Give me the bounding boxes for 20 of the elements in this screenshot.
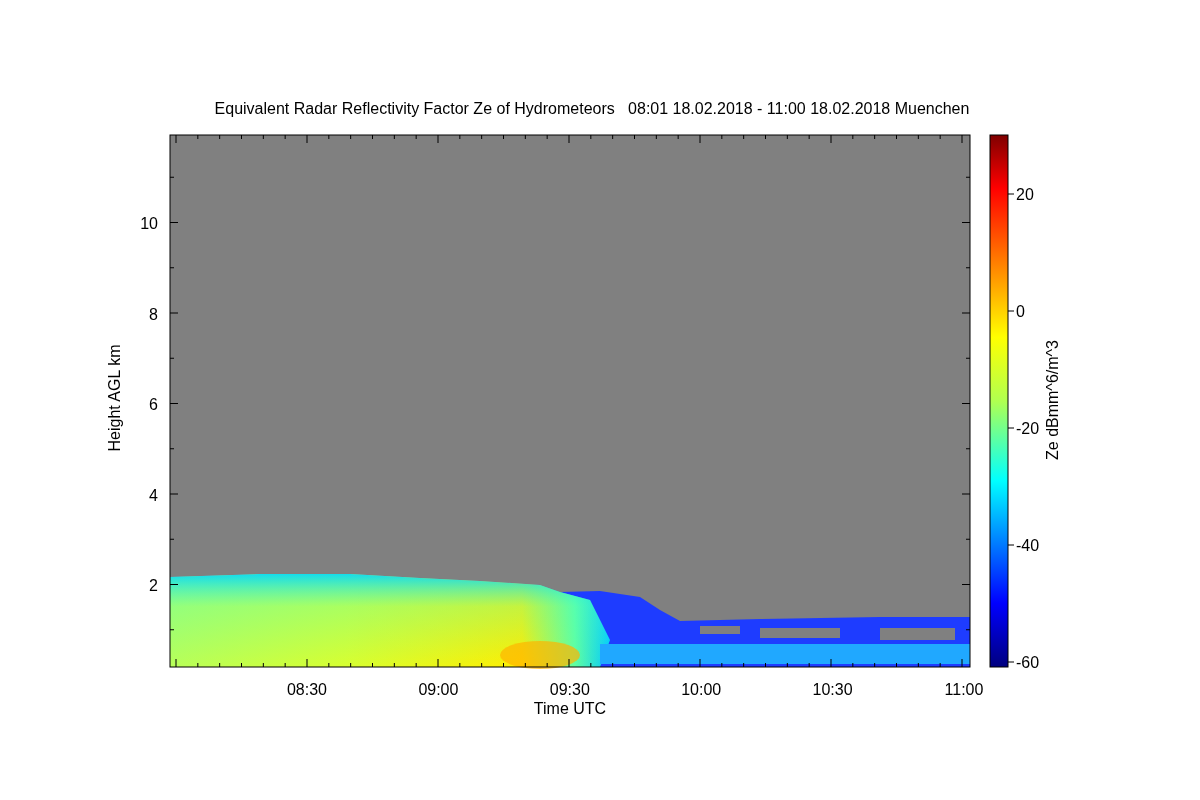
y-tick-label: 6 (149, 396, 158, 413)
colorbar-tick-label: 0 (1016, 303, 1025, 320)
y-tick-label: 4 (149, 486, 158, 504)
x-tick-label: 10:00 (681, 681, 722, 698)
colorbar-tick-label: -20 (1016, 420, 1040, 437)
colorbar-label: Ze dBmm^6/m^3 (1044, 340, 1061, 460)
y-tick-label: 8 (149, 305, 158, 323)
x-tick-label: 09:00 (418, 681, 459, 698)
x-axis-label: Time UTC (533, 700, 607, 717)
chart-title: Equivalent Radar Reflectivity Factor Ze of Hydrometeors 08:01 18.02.2018 - 11:00 18.02.2018 Muenchen (214, 100, 970, 117)
colorbar-tick-label: -60 (1016, 654, 1040, 671)
colorbar-tick-label: -40 (1016, 537, 1040, 554)
x-tick-label: 11:00 (944, 681, 984, 698)
x-tick-label: 08:30 (287, 681, 327, 698)
y-axis-label: Height AGL km (106, 344, 123, 452)
colorbar-tick-label: 20 (1016, 186, 1034, 203)
y-tick-label: 10 (140, 215, 158, 232)
x-tick-label: 09:30 (549, 681, 590, 698)
y-tick-label: 2 (149, 577, 158, 594)
x-tick-label: 10:30 (812, 681, 853, 698)
